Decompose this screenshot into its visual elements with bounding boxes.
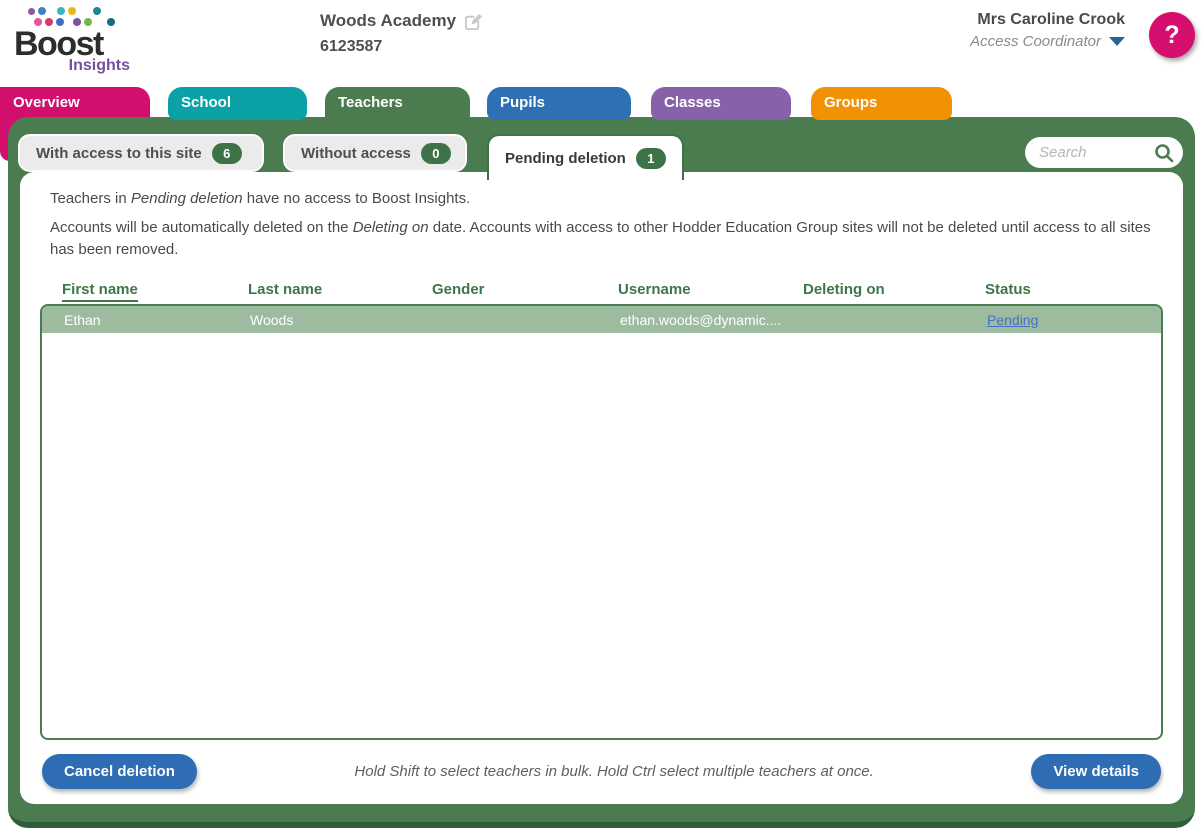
desc-text-italic: Pending deletion (131, 190, 243, 207)
cell-first-name: Ethan (42, 312, 228, 328)
chevron-down-icon[interactable] (1109, 37, 1125, 46)
user-menu[interactable]: Mrs Caroline Crook Access Coordinator (970, 11, 1125, 50)
tab-groups[interactable]: Groups (811, 87, 952, 120)
table-header-row: First name Last name Gender Username Del… (40, 281, 1163, 298)
status-pending-link[interactable]: Pending (987, 312, 1038, 328)
subtab-label: Without access (301, 145, 411, 162)
pending-deletion-content: Teachers in Pending deletion have no acc… (20, 172, 1183, 804)
tab-pupils[interactable]: Pupils (487, 87, 631, 120)
boost-logo-dots (28, 6, 134, 16)
subtab-with-access[interactable]: With access to this site 6 (18, 134, 264, 172)
logo-title: Boost (14, 27, 134, 61)
column-header-status[interactable]: Status (963, 281, 1163, 298)
desc-text: Accounts will be automatically deleted o… (50, 219, 353, 236)
column-header-deleting-on[interactable]: Deleting on (781, 281, 963, 298)
tab-classes[interactable]: Classes (651, 87, 791, 120)
subtab-without-access[interactable]: Without access 0 (283, 134, 467, 172)
search-icon[interactable] (1153, 142, 1175, 164)
tab-teachers[interactable]: Teachers (325, 87, 470, 129)
subtab-label: With access to this site (36, 145, 202, 162)
count-badge: 6 (212, 143, 242, 164)
subtab-pending-deletion[interactable]: Pending deletion 1 (487, 134, 684, 180)
school-info: Woods Academy 6123587 (320, 11, 483, 56)
user-role: Access Coordinator (970, 33, 1101, 50)
school-id: 6123587 (320, 38, 483, 56)
cancel-deletion-button[interactable]: Cancel deletion (42, 754, 197, 789)
view-details-button[interactable]: View details (1031, 754, 1161, 789)
search-input[interactable] (1039, 144, 1149, 161)
cell-username: ethan.woods@dynamic.... (598, 312, 783, 328)
help-button[interactable]: ? (1149, 12, 1195, 58)
user-name: Mrs Caroline Crook (970, 11, 1125, 29)
subtab-label: Pending deletion (505, 150, 626, 167)
cell-status: Pending (965, 312, 1161, 328)
column-header-gender[interactable]: Gender (410, 281, 596, 298)
column-header-last-name[interactable]: Last name (226, 281, 410, 298)
desc-text-italic: Deleting on (353, 219, 429, 236)
table-row[interactable]: Ethan Woods ethan.woods@dynamic.... Pend… (42, 306, 1161, 333)
column-header-first-name[interactable]: First name (40, 281, 226, 298)
actions-bar: Cancel deletion Hold Shift to select tea… (42, 752, 1161, 790)
teachers-section-panel: With access to this site 6 Without acces… (8, 117, 1195, 828)
desc-text: have no access to Boost Insights. (243, 190, 471, 207)
cell-last-name: Woods (228, 312, 412, 328)
pending-deletion-description: Teachers in Pending deletion have no acc… (50, 188, 1153, 267)
search-box (1025, 137, 1183, 168)
tab-school[interactable]: School (168, 87, 307, 120)
boost-logo: Boost Insights (14, 6, 134, 75)
bulk-select-hint: Hold Shift to select teachers in bulk. H… (354, 763, 873, 780)
edit-school-name-icon[interactable] (464, 12, 483, 31)
count-badge: 1 (636, 148, 666, 169)
desc-text: Teachers in (50, 190, 131, 207)
column-header-username[interactable]: Username (596, 281, 781, 298)
teachers-table: Ethan Woods ethan.woods@dynamic.... Pend… (40, 304, 1163, 740)
count-badge: 0 (421, 143, 451, 164)
app-header: Boost Insights Woods Academy 6123587 Mrs… (0, 0, 1203, 86)
school-name: Woods Academy (320, 11, 456, 31)
